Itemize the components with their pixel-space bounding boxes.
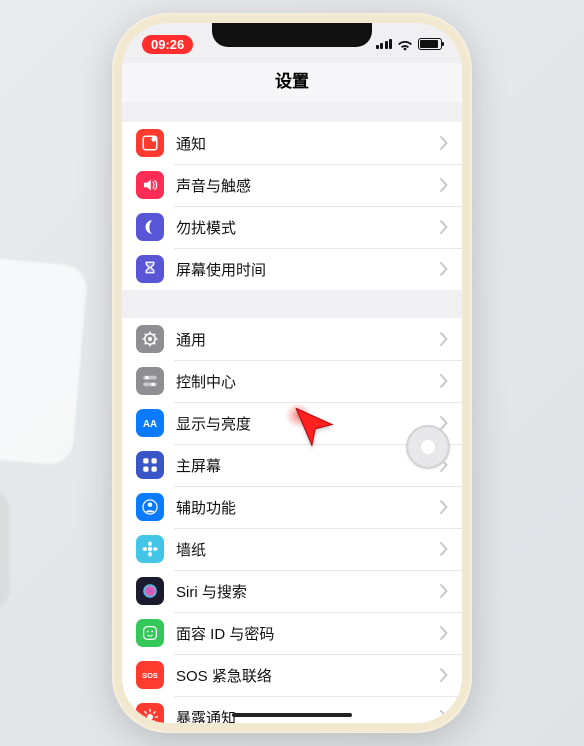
battery-icon [418,38,442,50]
settings-row-label: 控制中心 [176,371,440,392]
svg-text:AA: AA [143,419,157,430]
settings-row-screentime[interactable]: 屏幕使用时间 [122,248,462,290]
settings-row-label: 通知 [176,133,440,154]
chevron-right-icon [440,584,448,598]
assistive-touch-button[interactable] [406,425,450,469]
chevron-right-icon [440,416,448,430]
chevron-right-icon [440,178,448,192]
chevron-right-icon [440,542,448,556]
settings-row-label: 面容 ID 与密码 [176,623,440,644]
chevron-right-icon [440,374,448,388]
page-title: 设置 [122,63,462,102]
chevron-right-icon [440,500,448,514]
aa-icon: AA [136,409,164,437]
notifications-icon [136,129,164,157]
status-time: 09:26 [142,35,193,54]
home-indicator[interactable] [232,713,352,717]
settings-row-general[interactable]: 通用 [122,318,462,360]
settings-row-label: 墙纸 [176,539,440,560]
status-indicators [376,38,443,50]
settings-group: 通知声音与触感勿扰模式屏幕使用时间 [122,122,462,290]
phone-screen: 09:26 设置 通知声音与触感勿扰模式屏幕使用时间通用控制中心AA显示与亮度主… [122,23,462,723]
settings-row-label: Siri 与搜索 [176,581,440,602]
siri-icon [136,577,164,605]
settings-row-label: 声音与触感 [176,175,440,196]
settings-row-faceid[interactable]: 面容 ID 与密码 [122,612,462,654]
settings-row-siri[interactable]: Siri 与搜索 [122,570,462,612]
exposure-icon [136,703,164,723]
face-icon [136,619,164,647]
settings-row-label: 勿扰模式 [176,217,440,238]
settings-group: 通用控制中心AA显示与亮度主屏幕辅助功能墙纸Siri 与搜索面容 ID 与密码S… [122,318,462,723]
flower-icon [136,535,164,563]
notch [212,23,372,47]
grid-icon [136,451,164,479]
settings-row-label: 屏幕使用时间 [176,259,440,280]
moon-icon [136,213,164,241]
person-icon [136,493,164,521]
chevron-right-icon [440,332,448,346]
settings-row-accessibility[interactable]: 辅助功能 [122,486,462,528]
settings-row-label: 辅助功能 [176,497,440,518]
svg-text:SOS: SOS [142,671,158,680]
chevron-right-icon [440,136,448,150]
settings-row-sos[interactable]: SOS SOS 紧急联络 [122,654,462,696]
settings-row-label: 主屏幕 [176,455,440,476]
gear-icon [136,325,164,353]
settings-row-label: SOS 紧急联络 [176,665,440,686]
settings-row-control[interactable]: 控制中心 [122,360,462,402]
settings-row-label: 通用 [176,329,440,350]
chevron-right-icon [440,626,448,640]
sos-icon: SOS [136,661,164,689]
phone-frame: 09:26 设置 通知声音与触感勿扰模式屏幕使用时间通用控制中心AA显示与亮度主… [112,13,472,733]
status-bar: 09:26 [122,23,462,63]
settings-row-wallpaper[interactable]: 墙纸 [122,528,462,570]
settings-row-exposure[interactable]: 暴露通知 [122,696,462,723]
chevron-right-icon [440,668,448,682]
wifi-icon [397,38,413,50]
switches-icon [136,367,164,395]
chevron-right-icon [440,710,448,723]
cellular-icon [376,39,393,49]
speaker-icon [136,171,164,199]
instruction-cursor-overlay [290,401,340,451]
settings-row-dnd[interactable]: 勿扰模式 [122,206,462,248]
hourglass-icon [136,255,164,283]
chevron-right-icon [440,262,448,276]
chevron-right-icon [440,220,448,234]
settings-row-sounds[interactable]: 声音与触感 [122,164,462,206]
settings-row-notifications[interactable]: 通知 [122,122,462,164]
